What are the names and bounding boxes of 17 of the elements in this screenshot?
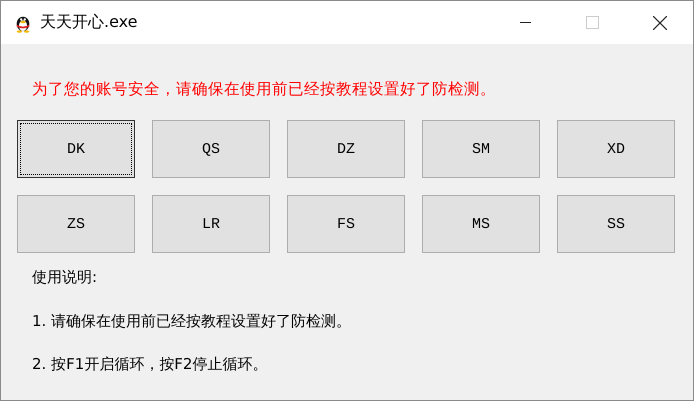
action-button[interactable]: LR [152,195,270,253]
window-title: 天天开心.exe [40,12,138,33]
action-button[interactable]: MS [422,195,540,253]
action-button[interactable]: DZ [287,120,405,178]
instruction-text: 1. 请确保在使用前已经按教程设置好了防检测。 [32,311,352,332]
close-icon [652,16,666,30]
action-button[interactable]: QS [152,120,270,178]
action-button[interactable]: SM [422,120,540,178]
action-button[interactable]: ZS [17,195,135,253]
action-button[interactable]: FS [287,195,405,253]
maximize-icon [586,16,599,29]
action-button[interactable]: XD [557,120,675,178]
instruction-text: 2. 按F1开启循环，按F2停止循环。 [32,354,268,375]
instructions-heading: 使用说明: [32,267,98,288]
action-button[interactable]: DK [17,120,135,178]
warning-text: 为了您的账号安全，请确保在使用前已经按教程设置好了防检测。 [32,79,497,99]
action-button[interactable]: SS [557,195,675,253]
